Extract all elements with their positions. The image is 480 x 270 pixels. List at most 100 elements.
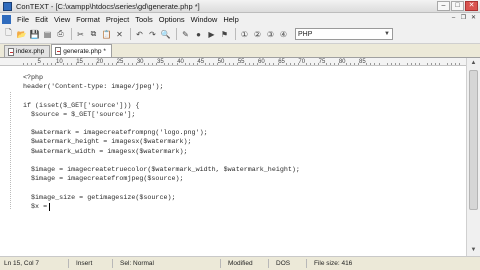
ruler-mark: 40 xyxy=(177,59,184,65)
indent-guide xyxy=(10,92,11,210)
ruler-tick xyxy=(51,63,53,65)
toolbar-separator xyxy=(71,28,72,40)
ruler-tick xyxy=(168,63,170,65)
menu-edit[interactable]: Edit xyxy=(32,15,51,24)
ruler-tick xyxy=(245,63,247,65)
ruler-mark: 65 xyxy=(278,59,285,65)
ruler-tick xyxy=(257,63,259,65)
ruler-mark: 60 xyxy=(258,59,265,65)
ruler-tick xyxy=(451,63,453,65)
ruler-mark: 25 xyxy=(116,59,124,65)
copy-icon[interactable]: ⧉ xyxy=(88,29,99,40)
ruler-tick xyxy=(132,63,134,65)
window-title: ConTEXT - [C:\xampp\htdocs\series\gd\gen… xyxy=(16,1,200,11)
doc-close-button[interactable]: ✕ xyxy=(469,14,478,23)
ruler-mark: 30 xyxy=(136,59,144,65)
ruler-tick xyxy=(269,63,271,65)
ruler-tick xyxy=(107,63,109,65)
vertical-scrollbar[interactable]: ▲ ▼ xyxy=(466,58,480,256)
ruler-tick xyxy=(55,63,57,65)
app-icon xyxy=(3,1,12,11)
code-line: $x = xyxy=(23,202,48,211)
document-icon[interactable] xyxy=(2,14,11,24)
doc-minimize-button[interactable]: – xyxy=(449,14,458,23)
tab-generate-php[interactable]: generate.php * xyxy=(51,44,112,57)
ruler-tick xyxy=(152,63,154,65)
undo-icon[interactable]: ↶ xyxy=(134,29,145,40)
wrench-icon[interactable]: ✎ xyxy=(180,29,191,40)
scroll-down-icon[interactable]: ▼ xyxy=(467,245,480,256)
ruler-tick xyxy=(309,63,311,65)
tab-label: generate.php * xyxy=(63,47,106,55)
modified-indicator: Modified xyxy=(228,260,253,267)
close-button[interactable]: ✕ xyxy=(465,1,478,11)
tab-index-php[interactable]: index.php xyxy=(4,45,51,57)
scroll-up-icon[interactable]: ▲ xyxy=(467,58,480,69)
status-divider xyxy=(306,259,307,268)
ruler-tick xyxy=(115,63,117,65)
ruler-tick xyxy=(156,63,158,65)
menu-options[interactable]: Options xyxy=(156,15,188,24)
code-line: header('Content-type: image/jpeg'); xyxy=(23,83,164,92)
ruler-tick xyxy=(216,63,218,65)
save-all-icon[interactable]: ▤ xyxy=(42,29,53,40)
paste-icon[interactable]: 📋 xyxy=(101,29,112,40)
user-command-2-icon[interactable]: ② xyxy=(252,29,263,40)
ruler-tick xyxy=(35,63,37,65)
status-divider xyxy=(268,259,269,268)
bookmark-icon[interactable]: ⚑ xyxy=(219,29,230,40)
menu-project[interactable]: Project xyxy=(103,15,132,24)
menu-window[interactable]: Window xyxy=(188,15,221,24)
ruler-tick xyxy=(390,63,392,65)
user-command-3-icon[interactable]: ③ xyxy=(265,29,276,40)
title-bar[interactable]: ConTEXT - [C:\xampp\htdocs\series\gd\gen… xyxy=(0,0,480,13)
save-icon[interactable]: 💾 xyxy=(29,29,40,40)
menu-format[interactable]: Format xyxy=(73,15,103,24)
code-line: <?php xyxy=(23,74,44,82)
play-macro-icon[interactable]: ▶ xyxy=(206,29,217,40)
ruler-tick xyxy=(293,63,295,65)
code-editor[interactable]: <?php header('Content-type: image/jpeg');… xyxy=(0,66,466,256)
doc-restore-button[interactable]: ❐ xyxy=(459,14,468,23)
find-icon[interactable]: 🔍 xyxy=(160,29,171,40)
maximize-button[interactable]: □ xyxy=(451,1,464,11)
minimize-button[interactable]: – xyxy=(437,1,450,11)
ruler-tick xyxy=(378,63,380,65)
ruler-tick xyxy=(431,63,433,65)
ruler-tick xyxy=(111,63,113,65)
ruler-tick xyxy=(148,63,150,65)
ruler-tick xyxy=(43,63,45,65)
ruler-tick xyxy=(204,63,206,65)
ruler-mark: 85 xyxy=(359,59,366,65)
ruler-tick xyxy=(338,63,340,65)
tab-label: index.php xyxy=(16,48,45,55)
menu-file[interactable]: File xyxy=(14,15,32,24)
record-macro-icon[interactable]: ● xyxy=(193,29,204,40)
open-folder-icon[interactable]: 📂 xyxy=(16,29,27,40)
ruler-tick xyxy=(354,63,356,65)
user-command-1-icon[interactable]: ① xyxy=(239,29,250,40)
new-file-icon[interactable]: 🗋 xyxy=(3,28,14,40)
status-divider xyxy=(112,259,113,268)
code-line: $image = imagecreatetruecolor($watermark… xyxy=(23,166,300,174)
ruler-tick xyxy=(358,63,360,65)
ruler-tick xyxy=(124,63,125,65)
menu-help[interactable]: Help xyxy=(220,15,241,24)
scroll-thumb[interactable] xyxy=(469,70,478,210)
highlighter-select[interactable]: PHP ▼ xyxy=(295,28,393,40)
menu-view[interactable]: View xyxy=(51,15,73,24)
user-command-4-icon[interactable]: ④ xyxy=(278,29,289,40)
ruler-tick xyxy=(455,63,457,65)
cut-icon[interactable]: ✂ xyxy=(75,29,86,40)
ruler-tick xyxy=(192,63,194,65)
delete-icon[interactable]: ✕ xyxy=(114,29,125,40)
menu-tools[interactable]: Tools xyxy=(132,15,156,24)
redo-icon[interactable]: ↷ xyxy=(147,29,158,40)
ruler-tick xyxy=(71,63,73,65)
ruler-tick xyxy=(225,63,226,65)
code-line: $watermark = imagecreatefrompng('logo.pn… xyxy=(23,129,208,138)
ruler-mark: 55 xyxy=(237,59,245,65)
print-icon[interactable]: ⎙ xyxy=(55,29,66,40)
ruler-mark: 70 xyxy=(298,59,306,65)
ruler-tick xyxy=(374,63,376,65)
